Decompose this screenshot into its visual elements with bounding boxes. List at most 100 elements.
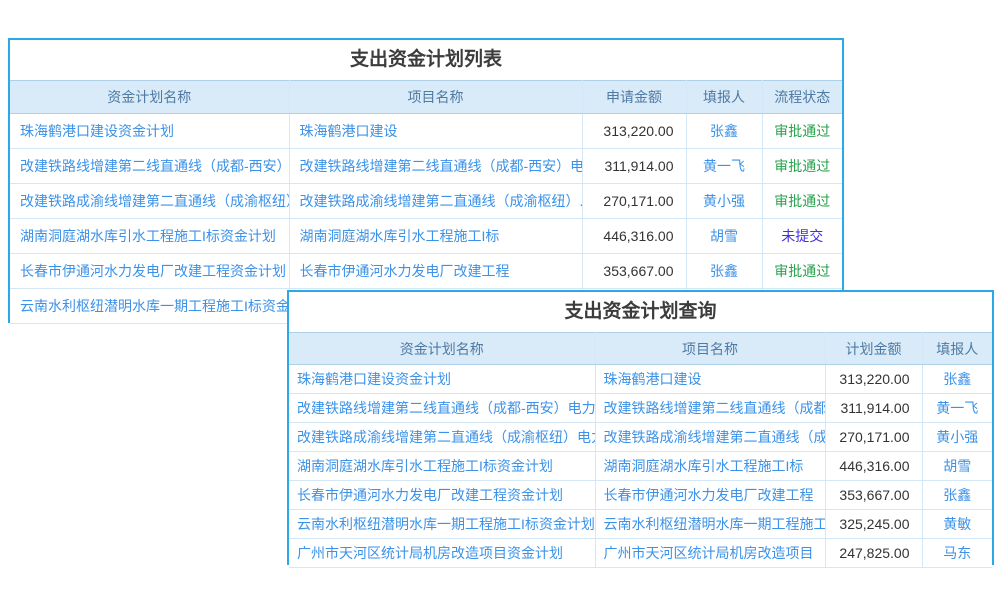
project-name-cell: 长春市伊通河水力发电厂改建工程 (595, 481, 825, 510)
table-row: 珠海鹤港口建设资金计划 珠海鹤港口建设 313,220.00 张鑫 (289, 365, 992, 394)
column-header-plan-name: 资金计划名称 (10, 81, 289, 114)
plan-name-cell: 珠海鹤港口建设资金计划 (289, 365, 595, 394)
status-badge: 审批通过 (774, 158, 830, 174)
project-name-cell: 长春市伊通河水力发电厂改建工程 (289, 254, 582, 289)
reporter-link[interactable]: 黄一飞 (703, 158, 745, 174)
project-name-link[interactable]: 长春市伊通河水力发电厂改建工程 (604, 487, 814, 503)
status-cell: 审批通过 (762, 254, 842, 289)
plan-name-link[interactable]: 珠海鹤港口建设资金计划 (20, 123, 174, 139)
project-name-cell: 湖南洞庭湖水库引水工程施工I标 (595, 452, 825, 481)
project-name-cell: 珠海鹤港口建设 (289, 114, 582, 149)
plan-name-link[interactable]: 珠海鹤港口建设资金计划 (297, 371, 451, 387)
status-badge: 审批通过 (774, 123, 830, 139)
amount-cell: 325,245.00 (825, 510, 922, 539)
reporter-link[interactable]: 张鑫 (710, 263, 738, 279)
project-name-cell: 云南水利枢纽潜明水库一期工程施工I标 (595, 510, 825, 539)
reporter-cell: 黄小强 (686, 184, 762, 219)
project-name-cell: 改建铁路线增建第二线直通线（成都-西安）电... (289, 149, 582, 184)
status-cell: 审批通过 (762, 184, 842, 219)
reporter-link[interactable]: 张鑫 (710, 123, 738, 139)
plan-name-link[interactable]: 云南水利枢纽潜明水库一期工程施工I标资金计划 (20, 298, 289, 314)
amount-cell: 247,825.00 (825, 539, 922, 568)
project-name-cell: 珠海鹤港口建设 (595, 365, 825, 394)
amount-cell: 313,220.00 (825, 365, 922, 394)
project-name-link[interactable]: 湖南洞庭湖水库引水工程施工I标 (300, 228, 500, 244)
reporter-cell: 黄敏 (922, 510, 992, 539)
project-name-link[interactable]: 珠海鹤港口建设 (604, 371, 702, 387)
plan-name-cell: 云南水利枢纽潜明水库一期工程施工I标资金计划 (289, 510, 595, 539)
status-cell: 未提交 (762, 219, 842, 254)
plan-name-link[interactable]: 广州市天河区统计局机房改造项目资金计划 (297, 545, 563, 561)
table-row: 改建铁路线增建第二线直通线（成都-西安）电... 改建铁路线增建第二线直通线（成… (10, 149, 842, 184)
project-name-cell: 改建铁路成渝线增建第二直通线（成渝枢纽 (595, 423, 825, 452)
reporter-link[interactable]: 胡雪 (943, 458, 971, 474)
project-name-link[interactable]: 改建铁路线增建第二线直通线（成都-西安 (604, 400, 826, 416)
table-row: 改建铁路成渝线增建第二直通线（成渝枢纽）... 改建铁路成渝线增建第二直通线（成… (10, 184, 842, 219)
plan-name-cell: 珠海鹤港口建设资金计划 (10, 114, 289, 149)
status-badge: 审批通过 (774, 263, 830, 279)
column-header-plan-amount: 计划金额 (825, 333, 922, 365)
amount-cell: 270,171.00 (582, 184, 686, 219)
project-name-cell: 改建铁路成渝线增建第二直通线（成渝枢纽）... (289, 184, 582, 219)
fund-plan-query-table: 资金计划名称 项目名称 计划金额 填报人 珠海鹤港口建设资金计划 珠海鹤港口建设… (289, 332, 992, 568)
reporter-cell: 张鑫 (686, 114, 762, 149)
fund-plan-list-title: 支出资金计划列表 (10, 40, 842, 80)
project-name-link[interactable]: 改建铁路成渝线增建第二直通线（成渝枢纽 (604, 429, 826, 445)
reporter-cell: 黄小强 (922, 423, 992, 452)
amount-cell: 353,667.00 (825, 481, 922, 510)
project-name-link[interactable]: 湖南洞庭湖水库引水工程施工I标 (604, 458, 804, 474)
column-header-project-name: 项目名称 (289, 81, 582, 114)
plan-name-link[interactable]: 改建铁路成渝线增建第二直通线（成渝枢纽）... (20, 193, 289, 209)
plan-name-link[interactable]: 长春市伊通河水力发电厂改建工程资金计划 (297, 487, 563, 503)
reporter-link[interactable]: 黄小强 (936, 429, 978, 445)
plan-name-link[interactable]: 改建铁路线增建第二线直通线（成都-西安）电... (20, 158, 289, 174)
project-name-link[interactable]: 改建铁路成渝线增建第二直通线（成渝枢纽）... (300, 193, 583, 209)
table-row: 湖南洞庭湖水库引水工程施工I标资金计划 湖南洞庭湖水库引水工程施工I标 446,… (289, 452, 992, 481)
plan-name-link[interactable]: 改建铁路线增建第二线直通线（成都-西安）电力线路迁 (297, 400, 595, 416)
project-name-link[interactable]: 改建铁路线增建第二线直通线（成都-西安）电... (300, 158, 583, 174)
plan-name-cell: 长春市伊通河水力发电厂改建工程资金计划 (10, 254, 289, 289)
reporter-link[interactable]: 胡雪 (710, 228, 738, 244)
amount-cell: 311,914.00 (582, 149, 686, 184)
status-cell: 审批通过 (762, 149, 842, 184)
fund-plan-list-table: 资金计划名称 项目名称 申请金额 填报人 流程状态 珠海鹤港口建设资金计划 珠海… (10, 80, 842, 324)
plan-name-cell: 湖南洞庭湖水库引水工程施工I标资金计划 (289, 452, 595, 481)
plan-name-link[interactable]: 湖南洞庭湖水库引水工程施工I标资金计划 (20, 228, 276, 244)
table-row: 广州市天河区统计局机房改造项目资金计划 广州市天河区统计局机房改造项目 247,… (289, 539, 992, 568)
reporter-cell: 张鑫 (686, 254, 762, 289)
reporter-link[interactable]: 黄小强 (703, 193, 745, 209)
project-name-link[interactable]: 云南水利枢纽潜明水库一期工程施工I标 (604, 516, 826, 532)
reporter-link[interactable]: 张鑫 (943, 371, 971, 387)
reporter-link[interactable]: 张鑫 (943, 487, 971, 503)
plan-name-cell: 改建铁路线增建第二线直通线（成都-西安）电... (10, 149, 289, 184)
plan-name-cell: 改建铁路线增建第二线直通线（成都-西安）电力线路迁 (289, 394, 595, 423)
column-header-reporter: 填报人 (922, 333, 992, 365)
table-row: 长春市伊通河水力发电厂改建工程资金计划 长春市伊通河水力发电厂改建工程 353,… (10, 254, 842, 289)
fund-plan-query-window: 支出资金计划查询 资金计划名称 项目名称 计划金额 填报人 珠海鹤港口建设资金计… (287, 290, 994, 565)
fund-plan-list-window: 支出资金计划列表 资金计划名称 项目名称 申请金额 填报人 流程状态 珠海鹤港口… (8, 38, 844, 323)
table-row: 珠海鹤港口建设资金计划 珠海鹤港口建设 313,220.00 张鑫 审批通过 (10, 114, 842, 149)
project-name-cell: 改建铁路线增建第二线直通线（成都-西安 (595, 394, 825, 423)
reporter-cell: 黄一飞 (922, 394, 992, 423)
table-row: 云南水利枢纽潜明水库一期工程施工I标资金计划 云南水利枢纽潜明水库一期工程施工I… (289, 510, 992, 539)
amount-cell: 446,316.00 (582, 219, 686, 254)
reporter-cell: 马东 (922, 539, 992, 568)
plan-name-cell: 改建铁路成渝线增建第二直通线（成渝枢纽）电力线路迁 (289, 423, 595, 452)
project-name-link[interactable]: 珠海鹤港口建设 (300, 123, 398, 139)
plan-name-cell: 广州市天河区统计局机房改造项目资金计划 (289, 539, 595, 568)
project-name-link[interactable]: 长春市伊通河水力发电厂改建工程 (300, 263, 510, 279)
reporter-link[interactable]: 黄敏 (943, 516, 971, 532)
reporter-cell: 张鑫 (922, 481, 992, 510)
table-row: 湖南洞庭湖水库引水工程施工I标资金计划 湖南洞庭湖水库引水工程施工I标 446,… (10, 219, 842, 254)
reporter-link[interactable]: 黄一飞 (936, 400, 978, 416)
plan-name-link[interactable]: 改建铁路成渝线增建第二直通线（成渝枢纽）电力线路迁 (297, 429, 595, 445)
plan-name-link[interactable]: 长春市伊通河水力发电厂改建工程资金计划 (20, 263, 286, 279)
amount-cell: 311,914.00 (825, 394, 922, 423)
fund-plan-query-title: 支出资金计划查询 (289, 292, 992, 332)
reporter-link[interactable]: 马东 (943, 545, 971, 561)
status-badge: 未提交 (781, 228, 823, 244)
project-name-link[interactable]: 广州市天河区统计局机房改造项目 (604, 545, 814, 561)
plan-name-link[interactable]: 云南水利枢纽潜明水库一期工程施工I标资金计划 (297, 516, 595, 532)
plan-name-link[interactable]: 湖南洞庭湖水库引水工程施工I标资金计划 (297, 458, 553, 474)
reporter-cell: 胡雪 (686, 219, 762, 254)
